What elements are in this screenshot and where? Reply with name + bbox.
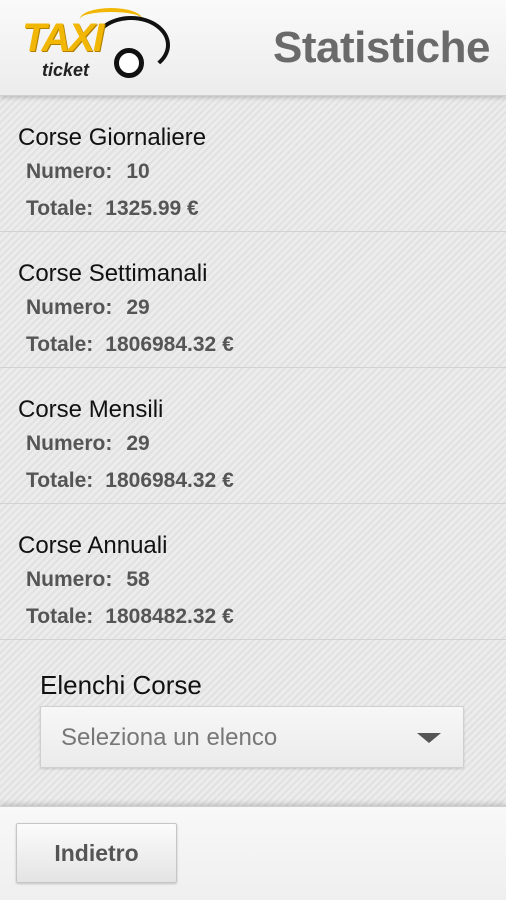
total-label: Totale: bbox=[26, 469, 94, 492]
stat-block-yearly: Corse Annuali Numero: 58 Totale: 1808482.3… bbox=[0, 504, 506, 640]
back-button[interactable]: Indietro bbox=[16, 823, 177, 883]
total-value: 1806984.32 € bbox=[105, 469, 234, 492]
total-label: Totale: bbox=[26, 197, 94, 220]
count-value: 29 bbox=[126, 432, 150, 455]
logo-sub-text: ticket bbox=[42, 60, 90, 80]
list-selector-dropdown[interactable]: Seleziona un elenco bbox=[40, 706, 464, 768]
count-value: 10 bbox=[126, 160, 150, 183]
count-value: 58 bbox=[126, 568, 150, 591]
logo-main-text: TAXI bbox=[22, 16, 104, 60]
stat-title: Corse Settimanali bbox=[18, 260, 208, 287]
dropdown-arrow-icon bbox=[417, 733, 441, 743]
count-value: 29 bbox=[126, 296, 150, 319]
taxi-ticket-logo: TAXI ticket bbox=[20, 8, 170, 86]
statistics-content: Corse Giornaliere Numero: 10 Totale: 1325.… bbox=[0, 96, 506, 806]
stat-block-daily: Corse Giornaliere Numero: 10 Totale: 1325.… bbox=[0, 96, 506, 232]
stat-block-weekly: Corse Settimanali Numero: 29 Totale: 18069… bbox=[0, 232, 506, 368]
count-label: Numero: bbox=[26, 160, 113, 183]
count-label: Numero: bbox=[26, 296, 113, 319]
stat-total-row: Totale: 1325.99 € bbox=[26, 197, 199, 221]
stat-total-row: Totale: 1808482.32 € bbox=[26, 605, 234, 629]
stat-count-row: Numero: 58 bbox=[26, 568, 150, 592]
count-label: Numero: bbox=[26, 568, 113, 591]
stat-total-row: Totale: 1806984.32 € bbox=[26, 333, 234, 357]
stat-count-row: Numero: 29 bbox=[26, 432, 150, 456]
total-value: 1325.99 € bbox=[105, 197, 199, 220]
count-label: Numero: bbox=[26, 432, 113, 455]
lists-section-title: Elenchi Corse bbox=[40, 670, 202, 700]
stat-count-row: Numero: 10 bbox=[26, 160, 150, 184]
total-label: Totale: bbox=[26, 333, 94, 356]
total-value: 1806984.32 € bbox=[105, 333, 234, 356]
stat-total-row: Totale: 1806984.32 € bbox=[26, 469, 234, 493]
stat-title: Corse Annuali bbox=[18, 532, 168, 559]
stat-title: Corse Mensili bbox=[18, 396, 164, 423]
bottom-bar: Indietro bbox=[0, 806, 506, 900]
list-selector-value: Seleziona un elenco bbox=[61, 724, 278, 751]
app-header: TAXI ticket Statistiche bbox=[0, 0, 506, 96]
total-value: 1808482.32 € bbox=[105, 605, 234, 628]
page-title: Statistiche bbox=[272, 23, 491, 72]
logo-wheel-icon bbox=[114, 48, 144, 78]
total-label: Totale: bbox=[26, 605, 94, 628]
stat-count-row: Numero: 29 bbox=[26, 296, 150, 320]
stat-block-monthly: Corse Mensili Numero: 29 Totale: 1806984.3… bbox=[0, 368, 506, 504]
stat-title: Corse Giornaliere bbox=[18, 124, 207, 151]
